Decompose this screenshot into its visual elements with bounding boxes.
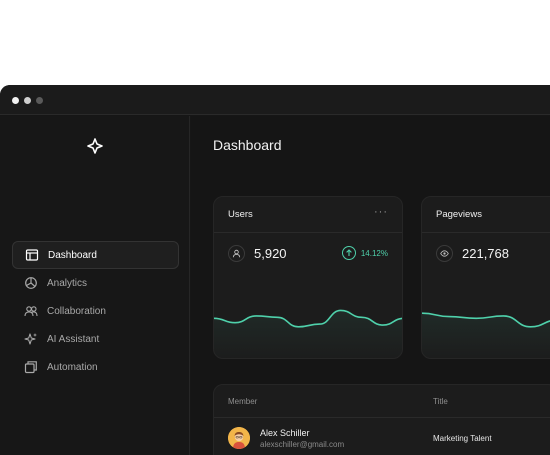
close-window-button[interactable] <box>12 97 19 104</box>
sidebar-item-label: Dashboard <box>48 249 97 261</box>
divider <box>214 417 550 418</box>
app-window: Dashboard Analytics Collaboration AI Ass… <box>0 85 550 455</box>
arrow-up-icon <box>341 246 356 260</box>
column-header-member[interactable]: Member <box>228 397 257 406</box>
sparkle-star-icon[interactable] <box>87 138 103 154</box>
sidebar-item-label: Collaboration <box>47 305 106 317</box>
sidebar-item-collaboration[interactable]: Collaboration <box>12 297 179 325</box>
card-title: Pageviews <box>436 209 482 220</box>
column-header-title[interactable]: Title <box>433 397 448 406</box>
users-card[interactable]: Users ··· 5,920 14.12% <box>213 196 403 359</box>
sparkles-icon <box>24 332 38 346</box>
member-title: Marketing Talent <box>433 434 492 443</box>
more-options-icon[interactable]: ··· <box>374 206 388 218</box>
pageviews-count: 221,768 <box>462 246 509 261</box>
members-table: Member Title Alex Schiller alexschiller@… <box>213 384 550 455</box>
page-title: Dashboard <box>213 137 282 153</box>
card-header: Users ··· <box>214 197 402 233</box>
sidebar-item-analytics[interactable]: Analytics <box>12 269 179 297</box>
sidebar-item-ai-assistant[interactable]: AI Assistant <box>12 325 179 353</box>
sidebar-item-automation[interactable]: Automation <box>12 353 179 381</box>
minimize-window-button[interactable] <box>24 97 31 104</box>
member-email: alexschiller@gmail.com <box>260 440 345 449</box>
sidebar-item-dashboard[interactable]: Dashboard <box>12 241 179 269</box>
users-icon <box>24 304 38 318</box>
users-count: 5,920 <box>254 246 287 261</box>
trend-area <box>214 310 402 358</box>
change-percent: 14.12% <box>360 248 388 258</box>
trend-area <box>422 313 550 358</box>
users-trend-chart <box>214 309 402 358</box>
sidebar-nav: Dashboard Analytics Collaboration AI Ass… <box>12 241 179 381</box>
sidebar: Dashboard Analytics Collaboration AI Ass… <box>0 116 190 455</box>
window-titlebar <box>0 85 550 115</box>
maximize-window-button[interactable] <box>36 97 43 104</box>
copy-icon <box>24 360 38 374</box>
card-header: Pageviews <box>422 197 550 233</box>
pie-chart-icon <box>24 276 38 290</box>
card-title: Users <box>228 209 253 220</box>
eye-icon <box>436 245 453 262</box>
pageviews-trend-chart <box>422 312 550 358</box>
users-change: 14.12% <box>341 246 388 260</box>
sidebar-item-label: Automation <box>47 361 98 373</box>
sidebar-item-label: AI Assistant <box>47 333 100 345</box>
pageviews-card[interactable]: Pageviews 221,768 <box>421 196 550 359</box>
avatar <box>228 427 250 449</box>
user-icon <box>228 245 245 262</box>
main-content: Dashboard Users ··· 5,920 14.12% Pagevie… <box>191 116 550 455</box>
layout-panel-icon <box>25 248 39 262</box>
sidebar-item-label: Analytics <box>47 277 88 289</box>
member-name: Alex Schiller <box>260 428 310 438</box>
